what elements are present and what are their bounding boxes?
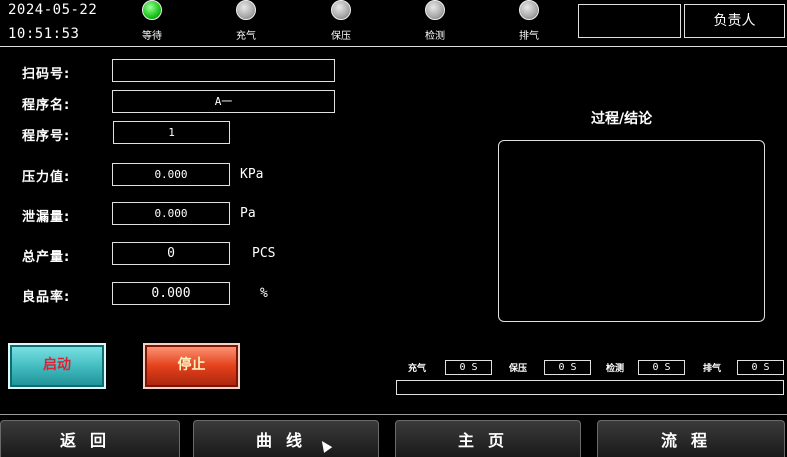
operator-field[interactable] (578, 4, 681, 38)
stage-detect-indicator-icon (425, 0, 445, 20)
stage-hold-indicator-icon (331, 0, 351, 20)
home-nav-button[interactable]: 主页 (395, 420, 581, 457)
timer-detect-label: 检测 (606, 364, 625, 374)
pressure-label: 压力值: (22, 170, 71, 185)
yield-rate-label: 良品率: (22, 290, 71, 305)
stage-fill-label: 充气 (236, 31, 256, 42)
stage-wait-label: 等待 (142, 31, 162, 42)
yield-rate-field: 0.000 (112, 282, 230, 305)
program-name-label: 程序名: (22, 98, 71, 113)
timer-detect-value: 0 S (638, 360, 685, 375)
stage-hold-label: 保压 (331, 31, 351, 42)
responsible-label[interactable]: 负责人 (684, 4, 785, 38)
timer-exhaust-label: 排气 (703, 364, 722, 374)
scan-code-field[interactable] (112, 59, 335, 82)
yield-rate-unit: % (260, 286, 268, 301)
stage-wait-indicator-icon (142, 0, 162, 20)
date-display: 2024-05-22 (8, 2, 98, 18)
timer-hold-label: 保压 (509, 364, 528, 374)
time-display: 10:51:53 (8, 26, 80, 42)
total-output-label: 总产量: (22, 250, 71, 265)
program-no-field[interactable]: 1 (113, 121, 230, 144)
start-button[interactable]: 启动 (8, 343, 106, 389)
timer-exhaust-value: 0 S (737, 360, 784, 375)
leak-field: 0.000 (112, 202, 230, 225)
leak-unit: Pa (240, 206, 256, 221)
header-divider (0, 46, 787, 47)
curve-nav-button[interactable]: 曲线 (193, 420, 379, 457)
stage-exhaust-label: 排气 (519, 31, 539, 42)
pressure-field: 0.000 (112, 163, 230, 186)
flow-nav-button[interactable]: 流程 (597, 420, 785, 457)
program-name-field[interactable]: A一 (112, 90, 335, 113)
program-no-label: 程序号: (22, 129, 71, 144)
timer-hold-value: 0 S (544, 360, 591, 375)
back-nav-button[interactable]: 返回 (0, 420, 180, 457)
scan-code-label: 扫码号: (22, 67, 71, 82)
total-output-unit: PCS (252, 246, 276, 261)
stage-fill-indicator-icon (236, 0, 256, 20)
test-progress-bar (396, 380, 784, 395)
process-result-panel (498, 140, 765, 322)
total-output-field: 0 (112, 242, 230, 265)
process-title: 过程/结论 (591, 111, 653, 127)
timer-fill-label: 充气 (408, 364, 427, 374)
stop-button[interactable]: 停止 (143, 343, 240, 389)
timer-fill-value: 0 S (445, 360, 492, 375)
stage-detect-label: 检测 (425, 31, 445, 42)
leak-label: 泄漏量: (22, 210, 71, 225)
stage-exhaust-indicator-icon (519, 0, 539, 20)
pressure-unit: KPa (240, 167, 264, 182)
nav-divider (0, 414, 787, 415)
